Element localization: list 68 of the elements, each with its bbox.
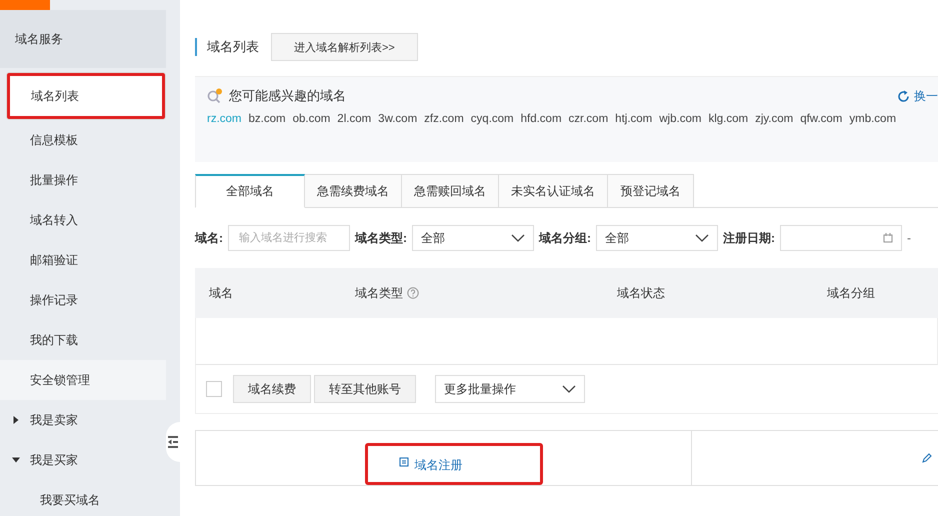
chevron-icon [695,234,709,242]
filter-label: 域名分组: [539,230,591,246]
sidebar-item[interactable]: 我是卖家 [0,400,166,440]
range-separator: - [907,231,911,245]
filter-label: 域名类型: [355,230,407,246]
domain-link[interactable]: zfz.com [424,113,464,125]
domain-link[interactable]: qfw.com [800,113,842,125]
domain-search-field[interactable]: 输入域名进行搜索 [228,225,350,251]
sidebar-item[interactable]: 域名列表 [6,72,166,120]
date-field[interactable] [780,225,902,251]
page-title: 域名列表 [195,38,259,56]
search-icon [207,88,225,104]
column-header: 域名分组 [827,284,875,302]
column-header: 域名状态 [617,284,665,302]
tab[interactable]: 预登记域名 [608,174,694,208]
document-icon [398,457,408,467]
group-select[interactable]: 全部 [596,225,718,251]
collapse-icon [168,435,178,449]
bulk-action-button[interactable]: 域名续费 [233,375,311,403]
pencil-icon [922,453,932,463]
caret-icon [12,456,20,464]
filter-label: 域名: [195,230,223,246]
domain-link[interactable]: zjy.com [755,113,794,125]
domain-link[interactable]: czr.com [568,113,608,125]
select-all-checkbox[interactable] [206,381,222,397]
sidebar-item[interactable]: 邮箱验证 [0,240,166,280]
help-icon[interactable] [407,287,419,299]
sidebar-title: 域名服务 [15,30,63,48]
domain-link[interactable]: klg.com [708,113,748,125]
sidebar-item[interactable]: 操作记录 [0,280,166,320]
tab[interactable]: 未实名认证域名 [499,174,608,208]
column-header: 域名 [209,284,233,302]
calendar-icon [883,233,893,243]
domain-link[interactable]: 3w.com [378,113,418,125]
refresh-icon [897,90,910,102]
domain-link[interactable]: hfd.com [520,113,562,125]
bulk-action-button[interactable]: 转至其他账号 [314,375,416,403]
collapse-toggle[interactable] [166,422,180,462]
dns-list-button[interactable]: 进入域名解析列表>> [271,33,418,61]
sidebar-item[interactable]: 我要买域名 [0,480,166,516]
caret-icon [12,416,20,424]
suggestion-title: 您可能感兴趣的域名 [229,87,346,105]
chevron-icon [562,385,576,393]
refresh-link[interactable]: 换一 [897,88,938,104]
domain-link[interactable]: cyq.com [470,113,514,125]
sidebar-item[interactable]: 域名转入 [0,200,166,240]
sidebar-item[interactable]: 批量操作 [0,160,166,200]
domain-link[interactable]: ob.com [292,113,330,125]
domain-link[interactable]: htj.com [615,113,652,125]
domain-link[interactable]: 2l.com [337,113,372,125]
filter-label: 注册日期: [723,230,775,246]
action-link[interactable]: 域名注册 [364,443,542,485]
domain-link[interactable]: ymb.com [849,113,896,125]
type-select[interactable]: 全部 [412,225,534,251]
sidebar-item[interactable]: 信息模板 [0,120,166,160]
domain-link[interactable]: bz.com [248,113,286,125]
brand-bar [0,0,50,10]
more-actions-select[interactable]: 更多批量操作 [435,375,585,403]
sidebar-item[interactable]: 我是买家 [0,440,166,480]
tab[interactable]: 急需赎回域名 [402,174,499,208]
chevron-icon [511,234,525,242]
sidebar-item[interactable]: 安全锁管理 [0,360,166,400]
sidebar-item[interactable]: 我的下载 [0,320,166,360]
action-link[interactable] [922,453,932,463]
tab[interactable]: 全部域名 [195,174,305,208]
domain-link[interactable]: wjb.com [659,113,702,125]
column-header: 域名类型 [355,284,403,302]
tab[interactable]: 急需续费域名 [305,174,402,208]
